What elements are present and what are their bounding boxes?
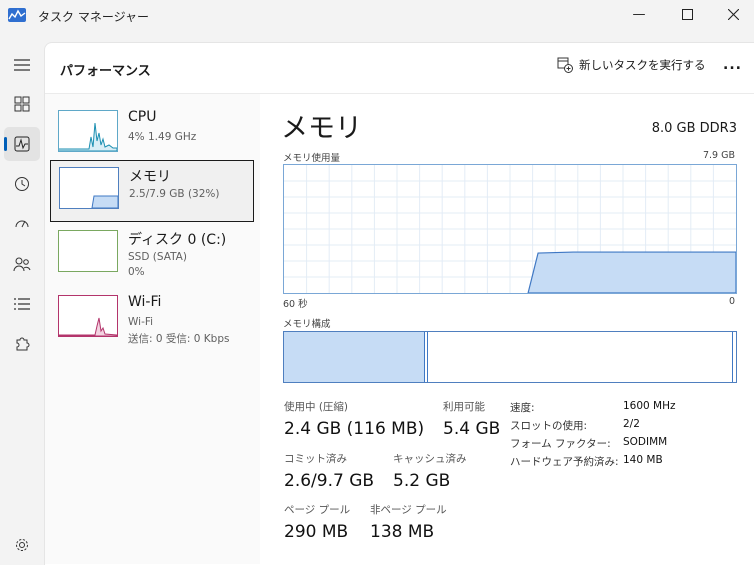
nav-details[interactable] — [4, 287, 40, 321]
memory-composition-bar — [283, 331, 737, 383]
processes-icon — [14, 96, 30, 112]
time-axis-left: 60 秒 — [283, 299, 308, 310]
task-manager-icon — [8, 8, 26, 22]
composition-hardware-reserved — [732, 332, 733, 382]
cpu-thumbnail — [58, 110, 118, 152]
hardware-reserved-value: 140 MB — [623, 454, 663, 466]
resource-subtitle: 4% 1.49 GHz — [128, 131, 197, 143]
close-icon — [727, 8, 739, 20]
nav-services[interactable] — [4, 327, 40, 361]
memory-spec: 8.0 GB DDR3 — [651, 121, 737, 136]
usage-graph-label: メモリ使用量 — [283, 153, 341, 164]
close-button[interactable] — [710, 0, 754, 28]
resource-item-memory[interactable]: メモリ 2.5/7.9 GB (32%) — [50, 160, 254, 222]
run-new-task-button[interactable]: 新しいタスクを実行する — [557, 57, 706, 73]
paged-pool-value: 290 MB — [284, 522, 349, 542]
committed-value: 2.6/9.7 GB — [284, 471, 375, 491]
composition-modified — [424, 332, 429, 382]
cached-value: 5.2 GB — [393, 471, 451, 491]
in-use-value: 2.4 GB (116 MB) — [284, 419, 425, 439]
run-new-task-label: 新しいタスクを実行する — [579, 58, 706, 72]
speed-label: 速度: — [510, 402, 535, 414]
resource-item-wifi[interactable]: Wi-Fi Wi-Fi 送信: 0 受信: 0 Kbps — [50, 289, 252, 349]
disk-thumbnail — [58, 230, 118, 272]
more-options-button[interactable]: ... — [723, 57, 742, 73]
detail-title: メモリ — [281, 113, 362, 144]
gear-icon — [16, 539, 28, 551]
resource-subtitle: Wi-Fi — [128, 316, 154, 328]
title-bar: タスク マネージャー — — [0, 0, 754, 34]
memory-detail: メモリ 8.0 GB DDR3 メモリ使用量 7.9 GB 60 秒 0 メモリ… — [281, 94, 741, 564]
resource-title: メモリ — [129, 169, 171, 185]
resource-subtitle: SSD (SATA) — [128, 251, 187, 263]
navigation-rail — [0, 34, 44, 564]
hamburger-icon — [14, 59, 30, 71]
wifi-thumbnail — [58, 295, 118, 337]
list-icon — [14, 298, 30, 310]
speed-value: 1600 MHz — [623, 400, 676, 412]
cached-label: キャッシュ済み — [393, 453, 467, 465]
time-axis-right: 0 — [728, 296, 735, 307]
nonpaged-pool-label: 非ページ プール — [370, 504, 447, 516]
maximize-button[interactable] — [664, 0, 710, 28]
speedometer-icon — [15, 220, 29, 228]
form-factor-label: フォーム ファクター: — [510, 438, 611, 450]
resource-list: CPU 4% 1.49 GHz メモリ 2.5/7.9 GB (32%) ディス… — [45, 94, 260, 564]
users-icon — [13, 257, 31, 272]
resource-title: Wi-Fi — [128, 294, 162, 310]
paged-pool-label: ページ プール — [284, 504, 351, 516]
memory-thumbnail — [59, 167, 119, 209]
nav-settings[interactable] — [4, 528, 40, 562]
minimize-button[interactable]: — — [616, 0, 662, 28]
composition-label: メモリ構成 — [283, 319, 331, 330]
nonpaged-pool-value: 138 MB — [370, 522, 435, 542]
resource-item-cpu[interactable]: CPU 4% 1.49 GHz — [50, 104, 252, 164]
hamburger-menu-button[interactable] — [4, 48, 40, 82]
performance-icon — [14, 136, 30, 152]
usage-graph-max: 7.9 GB — [702, 150, 735, 161]
page-title: パフォーマンス — [60, 64, 151, 79]
history-icon — [15, 177, 29, 191]
memory-usage-area — [527, 251, 737, 294]
available-label: 利用可能 — [443, 401, 485, 413]
resource-subtitle-2: 送信: 0 受信: 0 Kbps — [128, 333, 230, 345]
composition-in-use — [284, 332, 426, 382]
minimize-icon: — — [632, 6, 646, 22]
nav-app-history[interactable] — [4, 167, 40, 201]
resource-item-disk[interactable]: ディスク 0 (C:) SSD (SATA) 0% — [50, 224, 252, 284]
resource-title: ディスク 0 (C:) — [128, 232, 227, 248]
window-title: タスク マネージャー — [38, 10, 149, 24]
resource-subtitle-2: 0% — [128, 266, 145, 278]
available-value: 5.4 GB — [443, 419, 501, 439]
nav-performance[interactable] — [4, 127, 40, 161]
form-factor-value: SODIMM — [623, 436, 668, 448]
hardware-reserved-label: ハードウェア予約済み: — [510, 456, 619, 468]
resource-title: CPU — [128, 109, 157, 125]
in-use-label: 使用中 (圧縮) — [284, 401, 349, 413]
page-header: パフォーマンス 新しいタスクを実行する ... — [45, 43, 754, 94]
memory-usage-graph — [283, 164, 737, 294]
puzzle-icon — [16, 337, 30, 351]
content-panel: パフォーマンス 新しいタスクを実行する ... CPU 4% 1.49 GHz … — [44, 42, 754, 565]
maximize-icon — [681, 8, 693, 20]
resource-subtitle: 2.5/7.9 GB (32%) — [129, 188, 220, 200]
nav-startup-apps[interactable] — [4, 207, 40, 241]
slots-value: 2/2 — [623, 418, 640, 430]
nav-processes[interactable] — [4, 87, 40, 121]
committed-label: コミット済み — [284, 453, 347, 465]
new-task-icon — [557, 57, 573, 73]
slots-label: スロットの使用: — [510, 420, 588, 432]
nav-users[interactable] — [4, 247, 40, 281]
